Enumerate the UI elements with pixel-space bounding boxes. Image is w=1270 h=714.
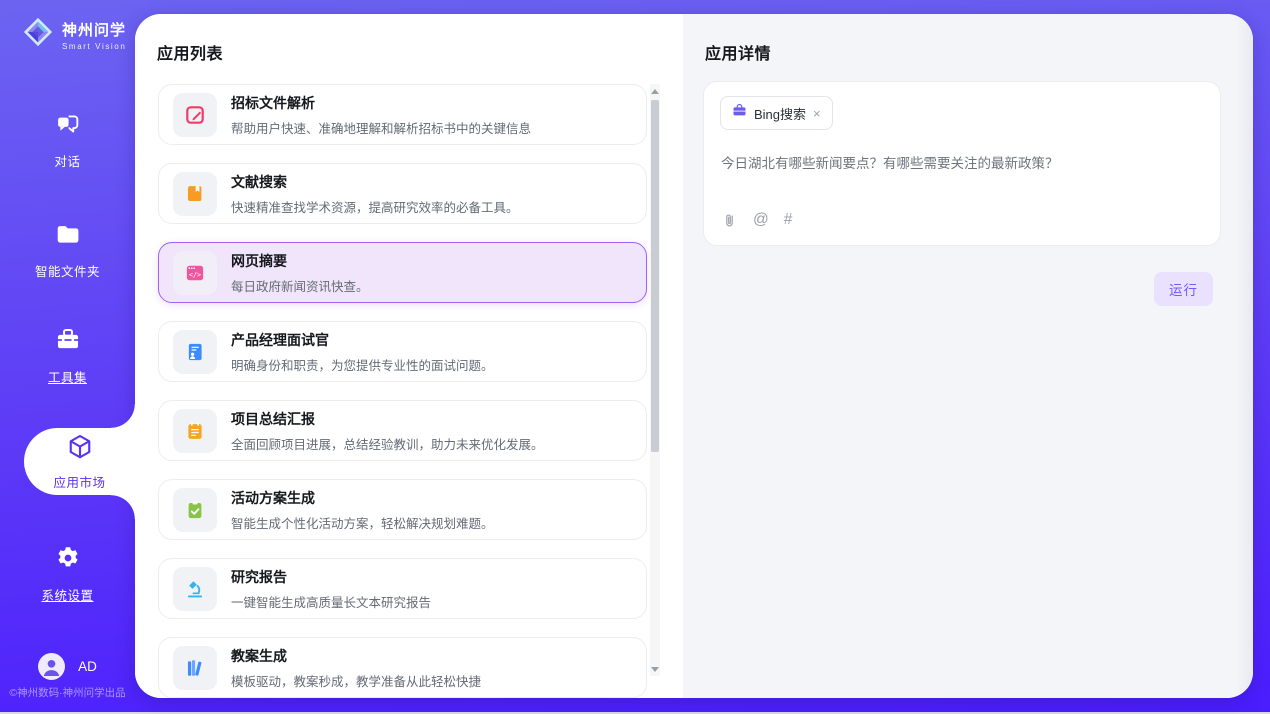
sidebar-item-app-market[interactable]: 应用市场 <box>24 428 135 495</box>
tool-tag-bing-search[interactable]: Bing搜索 × <box>720 96 833 130</box>
scroll-up-arrow[interactable] <box>650 84 660 98</box>
folder-icon <box>54 220 82 253</box>
prompt-toolbar: @ # <box>721 211 792 229</box>
sidebar-item-label: 应用市场 <box>53 472 105 491</box>
app-card-research-report[interactable]: 研究报告 一键智能生成高质量长文本研究报告 <box>158 558 647 619</box>
sidebar-item-settings[interactable]: 系统设置 <box>0 544 135 604</box>
notepad-icon <box>173 409 217 453</box>
copyright-text: ©神州数码·神州问学出品 <box>0 685 135 700</box>
app-card-desc: 智能生成个性化活动方案，轻松解决规划难题。 <box>231 513 494 532</box>
logo: 神州问学 Smart Vision <box>22 16 126 53</box>
hash-tag-icon[interactable]: # <box>784 211 793 229</box>
app-card-desc: 帮助用户快速、准确地理解和解析招标书中的关键信息 <box>231 118 531 137</box>
at-mention-icon[interactable]: @ <box>753 211 769 229</box>
app-list-title: 应用列表 <box>157 40 223 64</box>
svg-text:</>: </> <box>189 270 201 278</box>
app-card-desc: 快速精准查找学术资源，提高研究效率的必备工具。 <box>231 197 519 216</box>
logo-title: 神州问学 <box>62 19 126 40</box>
app-card-bid-parse[interactable]: 招标文件解析 帮助用户快速、准确地理解和解析招标书中的关键信息 <box>158 84 647 145</box>
user-initials: AD <box>78 659 97 674</box>
app-card-desc: 明确身份和职责，为您提供专业性的面试问题。 <box>231 355 494 374</box>
doc-edit-icon <box>173 93 217 137</box>
sidebar-item-smart-folders[interactable]: 智能文件夹 <box>0 220 135 280</box>
app-card-desc: 一键智能生成高质量长文本研究报告 <box>231 592 431 611</box>
doc-person-icon <box>173 330 217 374</box>
toolbox-icon <box>54 326 82 359</box>
app-card-title: 招标文件解析 <box>231 93 531 113</box>
app-card-title: 活动方案生成 <box>231 488 494 508</box>
clipboard-check-icon <box>173 488 217 532</box>
scroll-down-arrow[interactable] <box>650 662 660 676</box>
app-detail-title: 应用详情 <box>705 40 771 64</box>
app-card-desc: 模板驱动，教案秒成，教学准备从此轻松快捷 <box>231 671 481 690</box>
app-card-title: 研究报告 <box>231 567 431 587</box>
app-card-title: 文献搜索 <box>231 172 519 192</box>
sidebar-item-label: 智能文件夹 <box>35 261 100 280</box>
app-detail-panel: 应用详情 Bing搜索 × 今日湖北有哪些新闻要点？有哪些需要关注的最新政策？ <box>683 14 1253 698</box>
app-card-event-plan[interactable]: 活动方案生成 智能生成个性化活动方案，轻松解决规划难题。 <box>158 479 647 540</box>
prompt-text[interactable]: 今日湖北有哪些新闻要点？有哪些需要关注的最新政策？ <box>721 152 1204 172</box>
avatar <box>38 653 65 680</box>
book-icon <box>173 172 217 216</box>
app-list-panel: 应用列表 招标文件解析 帮助用户快速、准确地 <box>135 14 683 698</box>
tag-close-icon[interactable]: × <box>813 107 821 120</box>
sidebar-item-chat[interactable]: 对话 <box>0 110 135 170</box>
app-card-title: 教案生成 <box>231 646 481 666</box>
run-button[interactable]: 运行 <box>1154 272 1213 306</box>
app-card-desc: 全面回顾项目进展，总结经验教训，助力未来优化发展。 <box>231 434 544 453</box>
prompt-editor[interactable]: Bing搜索 × 今日湖北有哪些新闻要点？有哪些需要关注的最新政策？ @ # <box>703 81 1221 246</box>
briefcase-icon <box>732 103 747 123</box>
app-card-lesson-plan[interactable]: 教案生成 模板驱动，教案秒成，教学准备从此轻松快捷 <box>158 637 647 698</box>
app-card-pm-interviewer[interactable]: 产品经理面试官 明确身份和职责，为您提供专业性的面试问题。 <box>158 321 647 382</box>
cube-icon <box>65 432 95 467</box>
chat-icon <box>54 110 82 143</box>
user-account[interactable]: AD <box>0 653 135 680</box>
app-card-web-summary[interactable]: </> 网页摘要 每日政府新闻资讯快查。 <box>158 242 647 303</box>
app-window: 神州问学 Smart Vision 对话 智能文件夹 <box>0 0 1270 714</box>
sidebar-item-label: 工具集 <box>48 367 87 386</box>
app-card-title: 产品经理面试官 <box>231 330 494 350</box>
paperclip-icon[interactable] <box>721 212 738 229</box>
app-card-list: 招标文件解析 帮助用户快速、准确地理解和解析招标书中的关键信息 <box>158 84 647 698</box>
list-scrollbar[interactable] <box>650 84 660 676</box>
app-card-project-report[interactable]: 项目总结汇报 全面回顾项目进展，总结经验教训，助力未来优化发展。 <box>158 400 647 461</box>
app-card-title: 项目总结汇报 <box>231 409 544 429</box>
microscope-icon <box>173 567 217 611</box>
sidebar-item-toolset[interactable]: 工具集 <box>0 326 135 386</box>
app-card-literature-search[interactable]: 文献搜索 快速精准查找学术资源，提高研究效率的必备工具。 <box>158 163 647 224</box>
scrollbar-thumb[interactable] <box>651 100 659 452</box>
sidebar-item-label: 对话 <box>54 151 80 170</box>
tool-tag-label: Bing搜索 <box>754 104 806 123</box>
diamond-logo-icon <box>22 16 54 53</box>
browser-code-icon: </> <box>173 251 217 295</box>
content-shell: 应用列表 招标文件解析 帮助用户快速、准确地 <box>135 14 1253 698</box>
app-card-desc: 每日政府新闻资讯快查。 <box>231 276 369 295</box>
app-card-title: 网页摘要 <box>231 251 369 271</box>
gear-icon <box>54 544 82 577</box>
sidebar-item-label: 系统设置 <box>41 585 93 604</box>
sidebar: 神州问学 Smart Vision 对话 智能文件夹 <box>0 0 135 712</box>
logo-subtitle: Smart Vision <box>62 42 126 51</box>
books-icon <box>173 646 217 690</box>
